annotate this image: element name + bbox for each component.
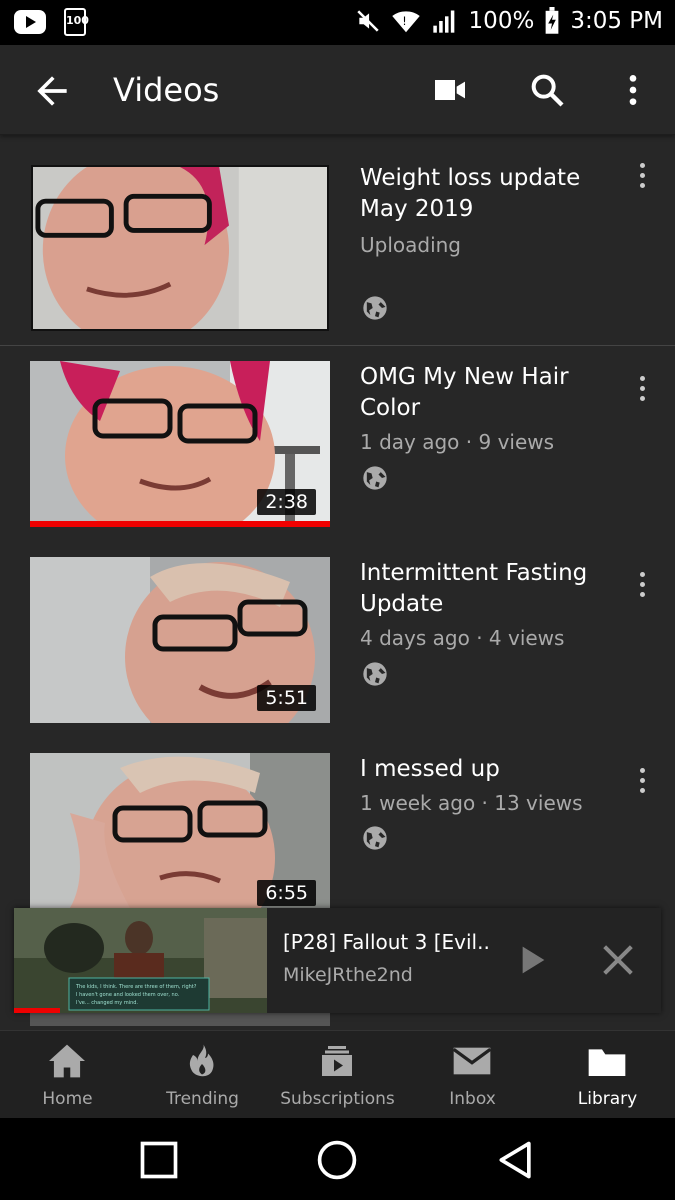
close-mini-player-button[interactable]: [598, 940, 638, 980]
nav-label: Trending: [166, 1089, 239, 1109]
folder-icon: [588, 1049, 626, 1076]
video-meta: Uploading: [360, 233, 462, 257]
video-title[interactable]: I messed up: [360, 754, 610, 785]
battery-charging-icon: [545, 7, 559, 34]
clock: 3:05 PM: [570, 8, 663, 34]
mini-player-thumbnail[interactable]: The kids, I think. There are three of th…: [14, 908, 267, 1013]
video-meta: 1 day ago · 9 views: [360, 430, 555, 454]
video-list-item[interactable]: Weight loss update May 2019 Uploading: [0, 135, 675, 345]
nav-library[interactable]: Library: [540, 1031, 675, 1119]
svg-text:The kids, I think. There are t: The kids, I think. There are three of th…: [75, 984, 197, 990]
video-meta: 1 week ago · 13 views: [360, 791, 583, 815]
video-title[interactable]: OMG My New Hair Color: [360, 362, 610, 424]
nav-label: Home: [42, 1089, 93, 1109]
app-bar: Videos: [0, 45, 675, 135]
back-arrow-icon: [37, 76, 67, 106]
system-navigation-bar: [0, 1118, 675, 1200]
play-icon: [522, 946, 545, 974]
video-list-item[interactable]: 5:51 Intermittent Fasting Update 4 days …: [0, 542, 675, 738]
thumbnail-image: [33, 167, 327, 329]
hundred-badge-icon: 100: [64, 8, 89, 36]
video-thumbnail[interactable]: 2:38: [30, 361, 330, 527]
battery-percent: 100%: [468, 8, 535, 34]
globe-icon: [363, 296, 387, 320]
video-options-button[interactable]: [624, 760, 660, 800]
video-duration: 5:51: [257, 685, 316, 711]
recents-button[interactable]: [137, 1138, 181, 1182]
mute-icon: [356, 10, 379, 32]
video-meta: 4 days ago · 4 views: [360, 626, 565, 650]
video-duration: 6:55: [257, 880, 316, 906]
mini-player-progress-bar: [14, 1008, 60, 1013]
game-scene-image: The kids, I think. There are three of th…: [14, 908, 267, 1013]
mini-player[interactable]: The kids, I think. There are three of th…: [14, 908, 661, 1013]
search-icon: [531, 74, 564, 107]
video-thumbnail[interactable]: [31, 165, 329, 331]
svg-text:I haven't gone and looked them: I haven't gone and looked them over, no.: [76, 992, 180, 998]
next-video-thumbnail-partial: [30, 1013, 330, 1026]
video-thumbnail[interactable]: 6:55: [30, 753, 330, 908]
subscriptions-icon: [322, 1046, 352, 1076]
globe-icon: [363, 662, 387, 686]
mini-player-title[interactable]: [P28] Fallout 3 [Evil..: [283, 930, 490, 954]
triangle-back-icon: [499, 1141, 531, 1179]
mini-player-channel: MikeJRthe2nd: [283, 964, 413, 986]
page-title: Videos: [113, 71, 220, 109]
video-title[interactable]: Weight loss update May 2019: [360, 163, 610, 225]
video-list-item[interactable]: 2:38 OMG My New Hair Color 1 day ago · 9…: [0, 346, 675, 542]
svg-text:I've... changed my mind.: I've... changed my mind.: [76, 1000, 138, 1006]
video-thumbnail[interactable]: 5:51: [30, 557, 330, 723]
nav-label: Subscriptions: [280, 1089, 395, 1109]
svg-text:!: !: [402, 15, 407, 28]
nav-trending[interactable]: Trending: [135, 1031, 270, 1119]
square-recents-icon: [140, 1141, 178, 1179]
close-icon: [603, 945, 633, 975]
circle-home-icon: [317, 1140, 357, 1180]
globe-icon: [363, 466, 387, 490]
signal-icon: [432, 10, 454, 33]
youtube-notification-icon: [14, 10, 46, 34]
status-bar: 100 ! 100% 3:05 PM: [0, 0, 675, 45]
nav-inbox[interactable]: Inbox: [405, 1031, 540, 1119]
home-icon: [49, 1044, 85, 1078]
wifi-icon: !: [391, 11, 420, 33]
more-options-button[interactable]: [610, 67, 656, 113]
back-system-button[interactable]: [494, 1138, 538, 1182]
video-camera-icon: [435, 80, 465, 100]
more-vert-icon: [629, 75, 637, 105]
play-button[interactable]: [511, 940, 551, 980]
video-options-button[interactable]: [624, 368, 660, 408]
home-system-button[interactable]: [315, 1138, 359, 1182]
mail-icon: [452, 1047, 492, 1075]
nav-label: Library: [577, 1089, 638, 1109]
nav-home[interactable]: Home: [0, 1031, 135, 1119]
nav-label: Inbox: [449, 1089, 496, 1109]
back-button[interactable]: [30, 69, 74, 113]
flame-icon: [189, 1044, 214, 1077]
video-options-button[interactable]: [624, 155, 660, 195]
video-list-item[interactable]: 6:55 I messed up 1 week ago · 13 views: [0, 738, 675, 908]
video-options-button[interactable]: [624, 564, 660, 604]
search-button[interactable]: [524, 67, 570, 113]
nav-subscriptions[interactable]: Subscriptions: [270, 1031, 405, 1119]
video-title[interactable]: Intermittent Fasting Update: [360, 558, 610, 620]
watched-progress-bar: [30, 521, 330, 527]
upload-video-button[interactable]: [427, 67, 473, 113]
bottom-navigation: Home Trending Subscriptions Inbox Librar…: [0, 1030, 675, 1118]
video-duration: 2:38: [257, 489, 316, 515]
globe-icon: [363, 826, 387, 850]
